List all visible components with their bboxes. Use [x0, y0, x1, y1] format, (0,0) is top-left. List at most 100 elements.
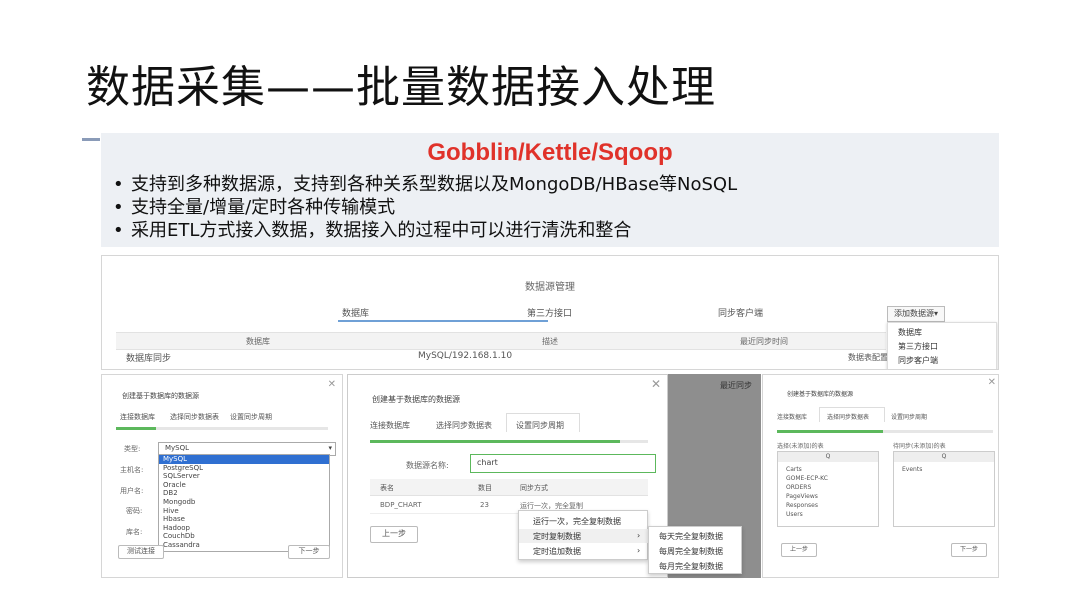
bullet-icon: • [113, 197, 124, 218]
close-icon[interactable]: ✕ [988, 377, 996, 388]
next-button[interactable]: 下一步 [951, 543, 987, 557]
option[interactable]: Oracle [159, 481, 329, 490]
menu-item-run-once[interactable]: 运行一次，完全复制数据 [533, 516, 621, 527]
list-item[interactable]: GOME-ECP-KC [786, 475, 828, 482]
available-tables-list[interactable]: Q Carts GOME-ECP-KC ORDERS PageViews Res… [777, 451, 879, 527]
slide-title: 数据采集——批量数据接入处理 [86, 62, 716, 113]
menu-item-scheduled-append[interactable]: 定时追加数据 [533, 546, 581, 557]
menu-item-third-party[interactable]: 第三方接口 [898, 341, 938, 352]
tab-connect-db[interactable]: 连接数据库 [370, 420, 410, 431]
prev-button[interactable]: 上一步 [370, 526, 418, 543]
type-option-list: MySQL PostgreSQL SQLServer Oracle DB2 Mo… [158, 454, 330, 552]
tab-sync-client[interactable]: 同步客户端 [718, 306, 763, 319]
feature-item: • 支持到多种数据源，支持到各种关系型数据以及MongoDB/HBase等NoSQ… [113, 173, 737, 196]
chevron-down-icon: ▾ [328, 444, 332, 452]
menu-item-scheduled-copy[interactable]: 定时复制数据 [533, 531, 581, 542]
field-label: 类型: [124, 445, 141, 453]
search-icon[interactable]: Q [778, 452, 878, 462]
list-item[interactable]: PageViews [786, 493, 818, 500]
datasource-name-input[interactable]: chart [470, 454, 656, 473]
progress-bar [370, 440, 620, 443]
tab-third-party[interactable]: 第三方接口 [527, 306, 572, 319]
menu-item-daily[interactable]: 每天完全复制数据 [659, 531, 723, 542]
progress-bar [116, 427, 156, 430]
select-value: MySQL [165, 444, 190, 452]
table-header: 数据库 描述 最近同步时间 [116, 332, 886, 350]
dialog-connect-database: ✕ 创建基于数据库的数据源 连接数据库 选择同步数据表 设置同步周期 类型: 主… [101, 374, 343, 578]
option[interactable]: SQLServer [159, 472, 329, 481]
close-icon[interactable]: ✕ [328, 379, 336, 390]
next-button[interactable]: 下一步 [288, 545, 330, 559]
list-item[interactable]: ORDERS [786, 484, 811, 491]
close-icon[interactable]: ✕ [651, 377, 661, 391]
accent-line [82, 138, 100, 141]
option-mysql[interactable]: MySQL [159, 455, 329, 464]
feature-text: 采用ETL方式接入数据，数据接入的过程中可以进行清洗和整合 [131, 220, 632, 241]
field-label: 主机名: [120, 466, 144, 474]
add-datasource-menu: 数据库 第三方接口 同步客户端 [887, 322, 997, 369]
bullet-icon: • [113, 174, 124, 195]
menu-item-monthly[interactable]: 每月完全复制数据 [659, 561, 723, 572]
dialog-title: 创建基于数据库的数据源 [372, 395, 460, 404]
chevron-right-icon: › [637, 546, 641, 555]
option[interactable]: Hive [159, 507, 329, 516]
tab-select-tables[interactable]: 选择同步数据表 [170, 412, 219, 422]
tab-sync-period[interactable]: 设置同步周期 [891, 412, 927, 421]
option[interactable]: Hadoop [159, 524, 329, 533]
tab-connect-db[interactable]: 连接数据库 [120, 412, 155, 422]
tab-sync-period[interactable]: 设置同步周期 [230, 412, 272, 422]
add-datasource-button[interactable]: 添加数据源▾ [887, 306, 945, 322]
feature-list: • 支持到多种数据源，支持到各种关系型数据以及MongoDB/HBase等NoSQ… [113, 173, 737, 242]
list-item[interactable]: Carts [786, 466, 802, 473]
available-tables-label: 选择(未添加)的表 [777, 443, 824, 450]
field-label: 密码: [126, 507, 143, 515]
intro-panel: Gobblin/Kettle/Sqoop • 支持到多种数据源，支持到各种关系型数… [101, 133, 999, 247]
active-tab-indicator [338, 320, 548, 322]
list-item[interactable]: Responses [786, 502, 818, 509]
chevron-right-icon: › [637, 531, 641, 540]
test-connection-button[interactable]: 测试连接 [118, 545, 164, 559]
column-header: 数目 [478, 484, 492, 492]
column-header: 最近同步时间 [740, 337, 788, 346]
brand-title: Gobblin/Kettle/Sqoop [427, 139, 673, 166]
feature-item: • 采用ETL方式接入数据，数据接入的过程中可以进行清洗和整合 [113, 219, 737, 242]
table-config-link[interactable]: 数据表配置 [848, 352, 888, 363]
option[interactable]: CouchDb [159, 532, 329, 541]
menu-item-database[interactable]: 数据库 [898, 327, 922, 338]
tab-connect-db[interactable]: 连接数据库 [777, 412, 807, 421]
feature-item: • 支持全量/增量/定时各种传输模式 [113, 196, 737, 219]
menu-item-weekly[interactable]: 每周完全复制数据 [659, 546, 723, 557]
field-label: 用户名: [120, 487, 144, 495]
datasource-manager: 数据源管理 数据库 第三方接口 同步客户端 添加数据源▾ 数据库 描述 最近同步… [101, 255, 999, 370]
option[interactable]: PostgreSQL [159, 464, 329, 473]
dialog-title: 创建基于数据库的数据源 [122, 392, 199, 400]
option[interactable]: Mongodb [159, 498, 329, 507]
option[interactable]: Hbase [159, 515, 329, 524]
tab-select-tables[interactable]: 选择同步数据表 [827, 412, 869, 421]
selected-tables-list[interactable]: Q Events [893, 451, 995, 527]
bg-column-header: 最近同步 [720, 381, 752, 390]
column-header: 数据库 [246, 337, 270, 346]
row-name[interactable]: 数据库同步 [126, 351, 171, 364]
search-icon[interactable]: Q [894, 452, 994, 462]
selected-tables-label: 待同步(未添加)的表 [893, 443, 946, 450]
progress-bar [777, 430, 883, 433]
menu-item-sync-client[interactable]: 同步客户端 [898, 355, 938, 366]
prev-button[interactable]: 上一步 [781, 543, 817, 557]
bullet-icon: • [113, 220, 124, 241]
option[interactable]: DB2 [159, 489, 329, 498]
tab-database[interactable]: 数据库 [342, 306, 369, 319]
row-desc: MySQL/192.168.1.10 [418, 351, 513, 361]
table-name: BDP_CHART [380, 501, 422, 509]
column-header: 同步方式 [520, 484, 548, 492]
list-item[interactable]: Events [902, 466, 922, 473]
tab-select-tables[interactable]: 选择同步数据表 [436, 420, 492, 431]
list-item[interactable]: Users [786, 511, 803, 518]
dialog-title: 创建基于数据库的数据源 [787, 391, 854, 398]
tab-sync-period[interactable]: 设置同步周期 [516, 420, 564, 431]
column-header: 描述 [542, 337, 558, 346]
name-label: 数据源名称: [406, 461, 449, 470]
column-header: 表名 [380, 484, 394, 492]
table-header: 表名 数目 同步方式 [370, 479, 648, 496]
table-count: 23 [480, 501, 489, 509]
